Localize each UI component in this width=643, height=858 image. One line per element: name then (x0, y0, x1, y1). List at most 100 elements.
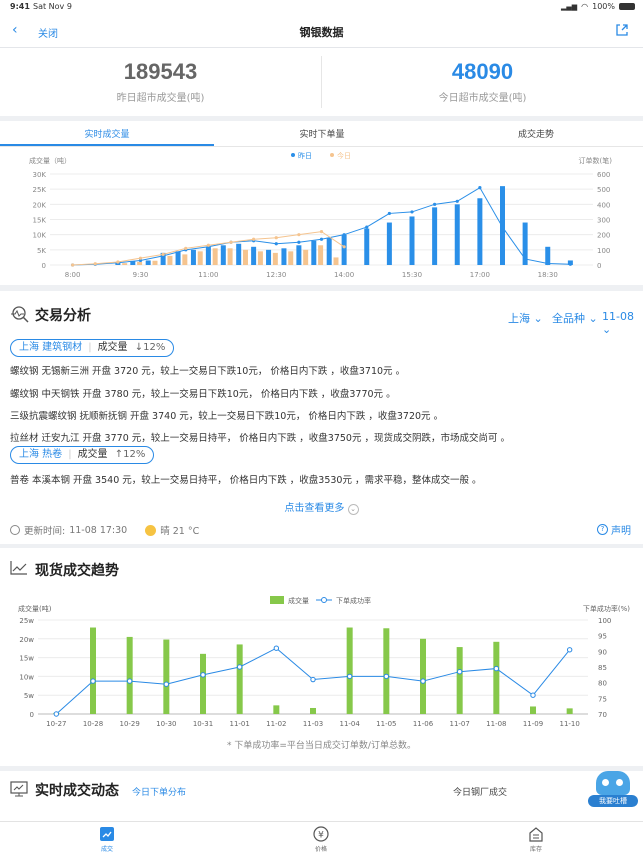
filter-category[interactable]: 全品种 ⌄ (552, 310, 598, 326)
y2-tick-label: 75 (598, 695, 607, 703)
chart-bar (333, 257, 339, 265)
legend-today: 今日 (337, 151, 351, 160)
mascot-icon (596, 771, 630, 795)
tab-order-distribution[interactable]: 今日下单分布 (132, 785, 186, 798)
trend-footnote: * 下单成功率=平台当日成交订单数/订单总数。 (227, 741, 416, 751)
y-tick-label: 30K (33, 171, 47, 179)
trend-chart-icon (10, 561, 27, 575)
share-icon[interactable] (615, 23, 629, 37)
group-pill-metric: 成交量 (77, 449, 108, 460)
chart-bar (152, 260, 158, 265)
chart-point (274, 242, 278, 246)
y-tick-label: 15K (33, 217, 47, 225)
group-pill-hot-coil: 上海 热卷 | 成交量 ↑12% (10, 446, 155, 464)
x-tick-label: 11-09 (523, 720, 543, 728)
tab-mill-deals[interactable]: 今日钢厂成交 (453, 785, 507, 798)
chevron-down-icon: ⌄ (588, 312, 598, 325)
x-tick-label: 14:00 (334, 271, 354, 279)
tabbar-item-inventory[interactable]: 库存 (506, 826, 566, 853)
x-tick-label: 10-30 (156, 720, 176, 728)
tab-trend[interactable]: 成交走势 (456, 127, 616, 140)
tabbar-item-trade[interactable]: 成交 (77, 826, 137, 853)
chart-bar (566, 708, 573, 714)
realtime-volume-chart: 成交量（吨） 订单数(笔) 昨日 今日 0 0 5K 100 10K 200 15K 300 2… (0, 147, 643, 285)
y-tick-label: 20w (19, 636, 34, 644)
x-tick-label: 11-01 (229, 720, 249, 728)
chart-point (478, 186, 482, 190)
chart-icon (100, 827, 114, 841)
chart-bar (454, 204, 460, 265)
today-volume-value: 48090 (451, 59, 514, 84)
today-volume: 48090 今日超市成交量(吨) (322, 48, 643, 116)
tab-realtime-orders[interactable]: 实时下单量 (242, 127, 402, 140)
chart-tabs: 实时成交量 实时下单量 成交走势 (0, 121, 643, 147)
bottom-tab-bar: 成交 ¥ 价格 库存 (0, 821, 643, 858)
chart-bar (236, 243, 242, 265)
x-tick-label: 11-02 (266, 720, 286, 728)
question-icon: ? (597, 524, 608, 535)
update-time-label: 更新时间: (24, 526, 66, 537)
chart-point (383, 673, 390, 680)
chart-bar (346, 627, 353, 714)
feedback-label: 我要吐槽 (588, 795, 638, 807)
chart-point (161, 252, 165, 256)
chart-point (90, 678, 96, 684)
chart-point (530, 692, 536, 698)
realtime-dynamics-section: 实时成交动态 今日下单分布 今日钢厂成交 我要吐槽 (0, 771, 643, 821)
nav-bar: ‹ 关闭 钢银数据 (0, 14, 643, 48)
chart-bar (197, 251, 203, 265)
filter-city[interactable]: 上海 ⌄ (508, 310, 543, 326)
view-more-link[interactable]: 点击查看更多 ⌄ (0, 499, 643, 515)
dynamics-title: 实时成交动态 (35, 783, 119, 799)
tabbar-item-price[interactable]: ¥ 价格 (291, 826, 351, 853)
chevron-down-circle-icon: ⌄ (347, 504, 359, 515)
x-tick-label: 10-31 (193, 720, 213, 728)
y-tick-label: 15w (19, 655, 34, 663)
x-tick-label: 10-29 (119, 720, 139, 728)
status-date: Sat Nov 9 (33, 2, 72, 11)
chart-bar (273, 705, 280, 714)
statement-link[interactable]: ? 声明 (597, 522, 631, 537)
chart-bar (456, 647, 463, 714)
x-tick-label: 11-03 (303, 720, 323, 728)
chart-bar (257, 251, 263, 265)
chart-point (297, 240, 301, 244)
chart-point (500, 225, 505, 229)
chart-bar (310, 707, 316, 714)
chart-point (200, 672, 206, 678)
x-tick-label: 15:30 (402, 271, 422, 279)
chart-bar (420, 638, 426, 714)
x-tick-label: 11:00 (198, 271, 218, 279)
y-tick-label: 0 (30, 711, 34, 719)
chart-bar (145, 260, 151, 265)
legend-volume-swatch (270, 596, 284, 604)
chart-point (568, 262, 572, 266)
x-tick-label: 9:30 (133, 271, 149, 279)
y2-tick-label: 85 (598, 664, 607, 672)
chart-bar (167, 255, 173, 265)
filter-date[interactable]: 11-08 ⌄ (602, 310, 643, 336)
feedback-button[interactable]: 我要吐槽 (588, 771, 638, 811)
chart-point (387, 211, 391, 216)
update-info: 更新时间: 11-08 17:30 晴 21 °C (10, 523, 199, 537)
active-tab-indicator (0, 144, 214, 146)
chart-bar (326, 237, 332, 265)
chart-bar (493, 641, 500, 714)
realtime-volume-svg: 成交量（吨） 订单数(笔) 昨日 今日 0 0 5K 100 10K 200 15K 300 2… (29, 151, 612, 279)
x-tick-label: 11-05 (376, 720, 396, 728)
chart-bar (318, 245, 324, 265)
chart-bar (126, 636, 133, 714)
spot-trend-section: 现货成交趋势 成交量 下单成功率 成交量(吨) 下单成功率(%) 0 5w 10w 1… (0, 548, 643, 766)
chart-point (184, 246, 188, 250)
filter-city-label: 上海 (508, 312, 530, 325)
tab-realtime-volume[interactable]: 实时成交量 (27, 127, 187, 140)
y2-tick-label: 500 (597, 186, 610, 194)
legend-today-marker (330, 153, 334, 157)
analysis-line: 螺纹钢 无锡新三洲 开盘 3720 元，较上一交易日下跌10元， 价格日内下跌 … (10, 366, 406, 377)
wifi-icon: ◠ (581, 2, 589, 11)
group-pill-city: 上海 热卷 (19, 449, 63, 460)
y2-tick-label: 90 (598, 648, 607, 656)
analysis-line: 螺纹钢 中天钢铁 开盘 3780 元，较上一交易日下跌10元， 价格日内下跌 ，… (10, 389, 396, 400)
chart-point (342, 233, 346, 237)
pill-separator: | (88, 342, 92, 353)
